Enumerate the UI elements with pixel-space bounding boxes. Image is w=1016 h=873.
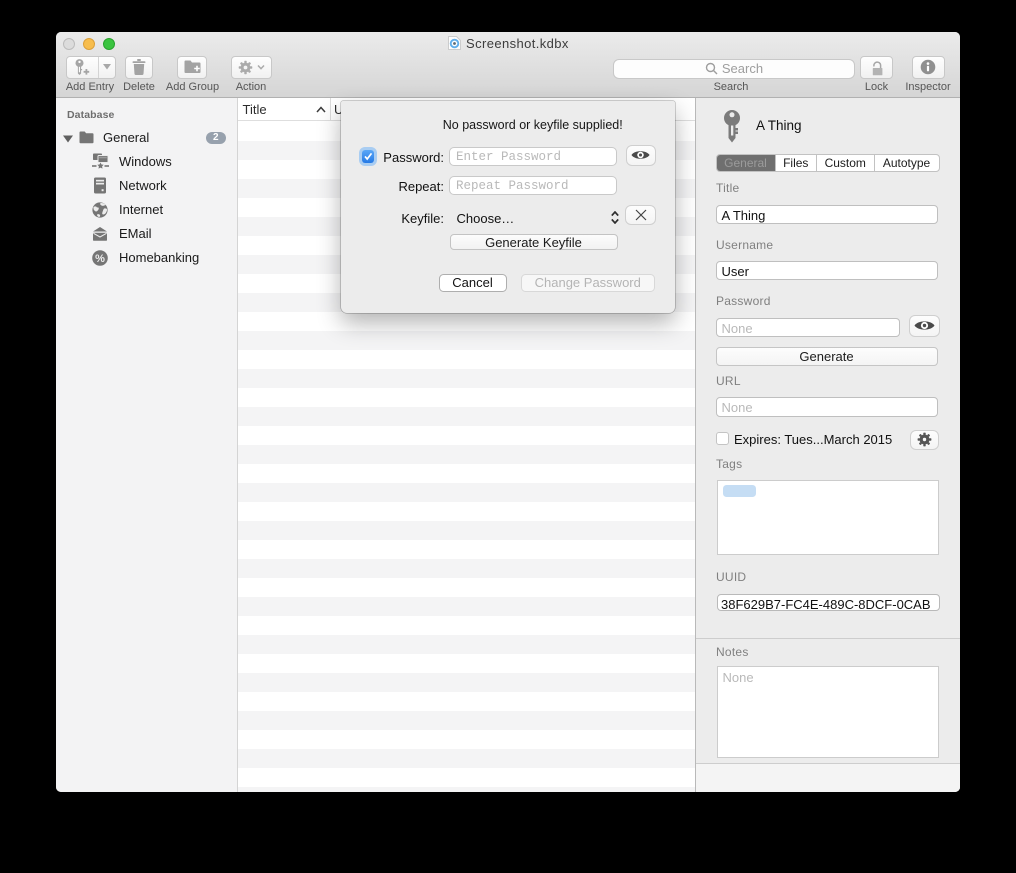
svg-text:%: %	[95, 252, 105, 264]
